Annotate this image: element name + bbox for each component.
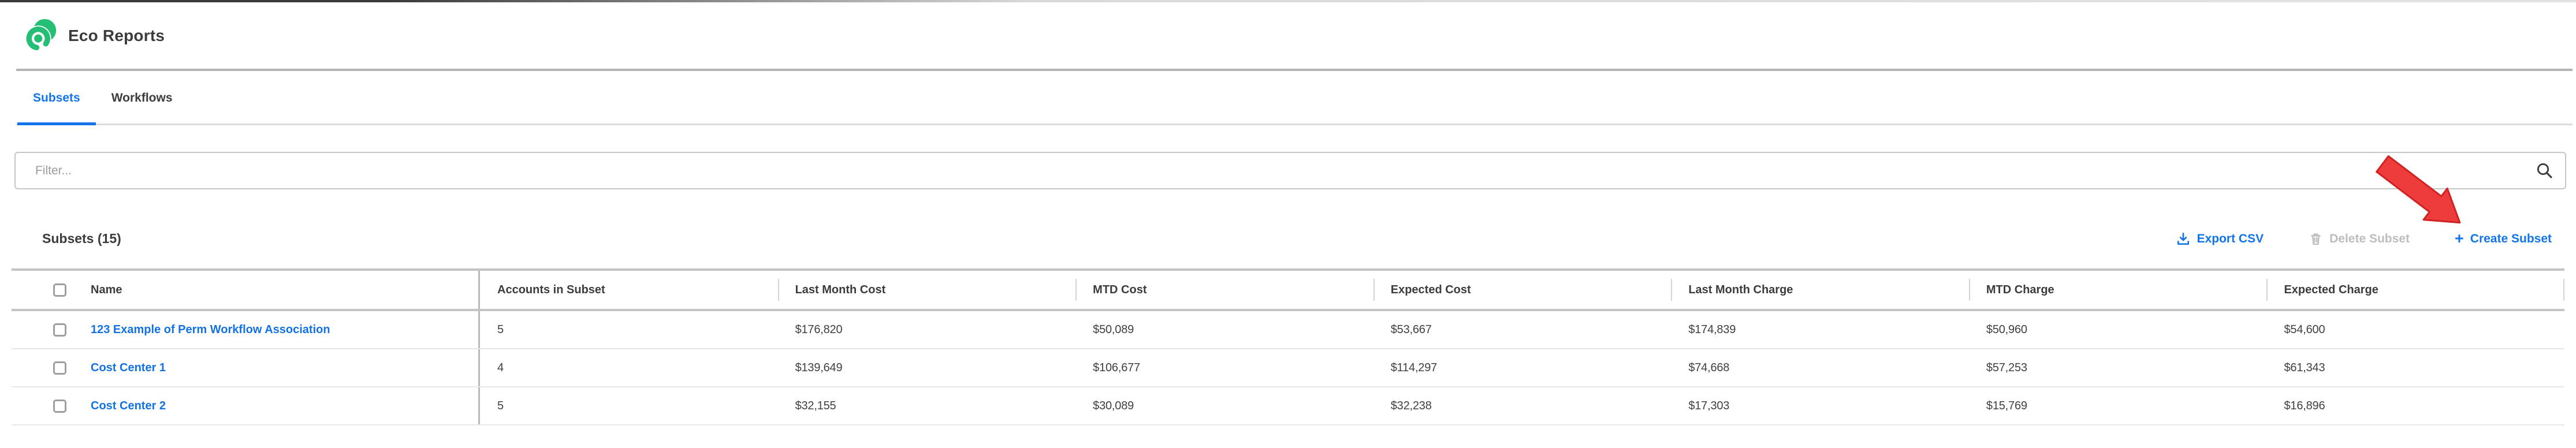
row-select-cell	[12, 349, 91, 386]
column-header-expected-charge: Expected Charge	[2266, 271, 2564, 309]
trash-icon	[2309, 232, 2323, 246]
last-month-cost-value: $176,820	[795, 323, 843, 337]
accounts-in-subset-value: 5	[497, 400, 504, 413]
row-checkbox[interactable]	[53, 400, 66, 413]
table-row: 123 Example of Perm Workflow Association…	[12, 311, 2564, 349]
table-row: Cost Center 1 4 $139,649 $106,677 $114,2…	[12, 349, 2564, 387]
plus-icon: +	[2455, 231, 2464, 247]
subset-name-link[interactable]: Cost Center 2	[91, 400, 166, 413]
select-all-cell	[12, 271, 91, 309]
subset-actions: Export CSV Delete Subset + Create Subset	[2176, 231, 2552, 247]
subsets-table: Name Accounts in Subset Last Month Cost …	[12, 268, 2564, 425]
tab-subsets-label: Subsets	[33, 91, 80, 105]
column-header-mtd-charge: MTD Charge	[1969, 271, 2267, 309]
create-subset-button[interactable]: + Create Subset	[2455, 231, 2552, 247]
row-select-cell	[12, 311, 91, 348]
app-header: Eco Reports	[0, 0, 2576, 69]
last-month-charge-value: $17,303	[1688, 400, 1729, 413]
last-month-charge-value: $74,668	[1688, 361, 1729, 375]
expected-cost-value: $114,297	[1391, 361, 1437, 375]
export-csv-button[interactable]: Export CSV	[2176, 232, 2264, 247]
expected-cost-value: $32,238	[1391, 400, 1432, 413]
filter-input[interactable]	[14, 152, 2566, 189]
mtd-cost-value: $30,089	[1093, 400, 1134, 413]
expected-charge-value: $61,343	[2284, 361, 2325, 375]
row-select-cell	[12, 387, 91, 424]
tab-workflows[interactable]: Workflows	[96, 71, 188, 125]
mtd-cost-value: $50,089	[1093, 323, 1134, 337]
row-checkbox[interactable]	[53, 323, 66, 337]
accounts-in-subset-value: 4	[497, 361, 504, 375]
row-checkbox[interactable]	[53, 361, 66, 375]
last-month-cost-value: $139,649	[795, 361, 843, 375]
expected-cost-value: $53,667	[1391, 323, 1432, 337]
column-header-last-month-charge: Last Month Charge	[1671, 271, 1969, 309]
select-all-checkbox[interactable]	[53, 283, 66, 297]
delete-subset-label: Delete Subset	[2329, 232, 2410, 246]
filter-bar	[14, 152, 2566, 189]
column-header-name: Name	[91, 271, 478, 309]
last-month-cost-value: $32,155	[795, 400, 836, 413]
table-header-row: Name Accounts in Subset Last Month Cost …	[12, 268, 2564, 311]
create-subset-label: Create Subset	[2470, 232, 2552, 246]
delete-subset-button[interactable]: Delete Subset	[2309, 232, 2410, 246]
tab-bar: Subsets Workflows	[0, 71, 2576, 125]
table-row: Cost Center 2 5 $32,155 $30,089 $32,238 …	[12, 387, 2564, 425]
column-header-mtd-cost: MTD Cost	[1075, 271, 1373, 309]
subset-name-link[interactable]: 123 Example of Perm Workflow Association	[91, 323, 330, 337]
export-csv-label: Export CSV	[2197, 232, 2264, 246]
last-month-charge-value: $174,839	[1688, 323, 1736, 337]
tab-workflows-label: Workflows	[111, 91, 173, 105]
expected-charge-value: $54,600	[2284, 323, 2325, 337]
column-header-accounts: Accounts in Subset	[478, 271, 778, 309]
mtd-cost-value: $106,677	[1093, 361, 1140, 375]
mtd-charge-value: $57,253	[1986, 361, 2027, 375]
accounts-in-subset-value: 5	[497, 323, 504, 337]
download-icon	[2176, 232, 2191, 247]
expected-charge-value: $16,896	[2284, 400, 2325, 413]
window-top-edge	[0, 0, 2576, 2]
page-title: Eco Reports	[68, 27, 165, 45]
subset-name-link[interactable]: Cost Center 1	[91, 361, 166, 375]
mtd-charge-value: $50,960	[1986, 323, 2027, 337]
eco-logo-icon	[23, 18, 58, 53]
subsets-count-heading: Subsets (15)	[42, 231, 121, 247]
subsets-toolbar: Subsets (15) Export CSV Delete Subset + …	[42, 231, 2552, 247]
search-icon[interactable]	[2535, 161, 2553, 180]
mtd-charge-value: $15,769	[1986, 400, 2027, 413]
column-header-last-month-cost: Last Month Cost	[778, 271, 1076, 309]
column-header-expected-cost: Expected Cost	[1373, 271, 1672, 309]
tab-subsets[interactable]: Subsets	[17, 71, 96, 125]
